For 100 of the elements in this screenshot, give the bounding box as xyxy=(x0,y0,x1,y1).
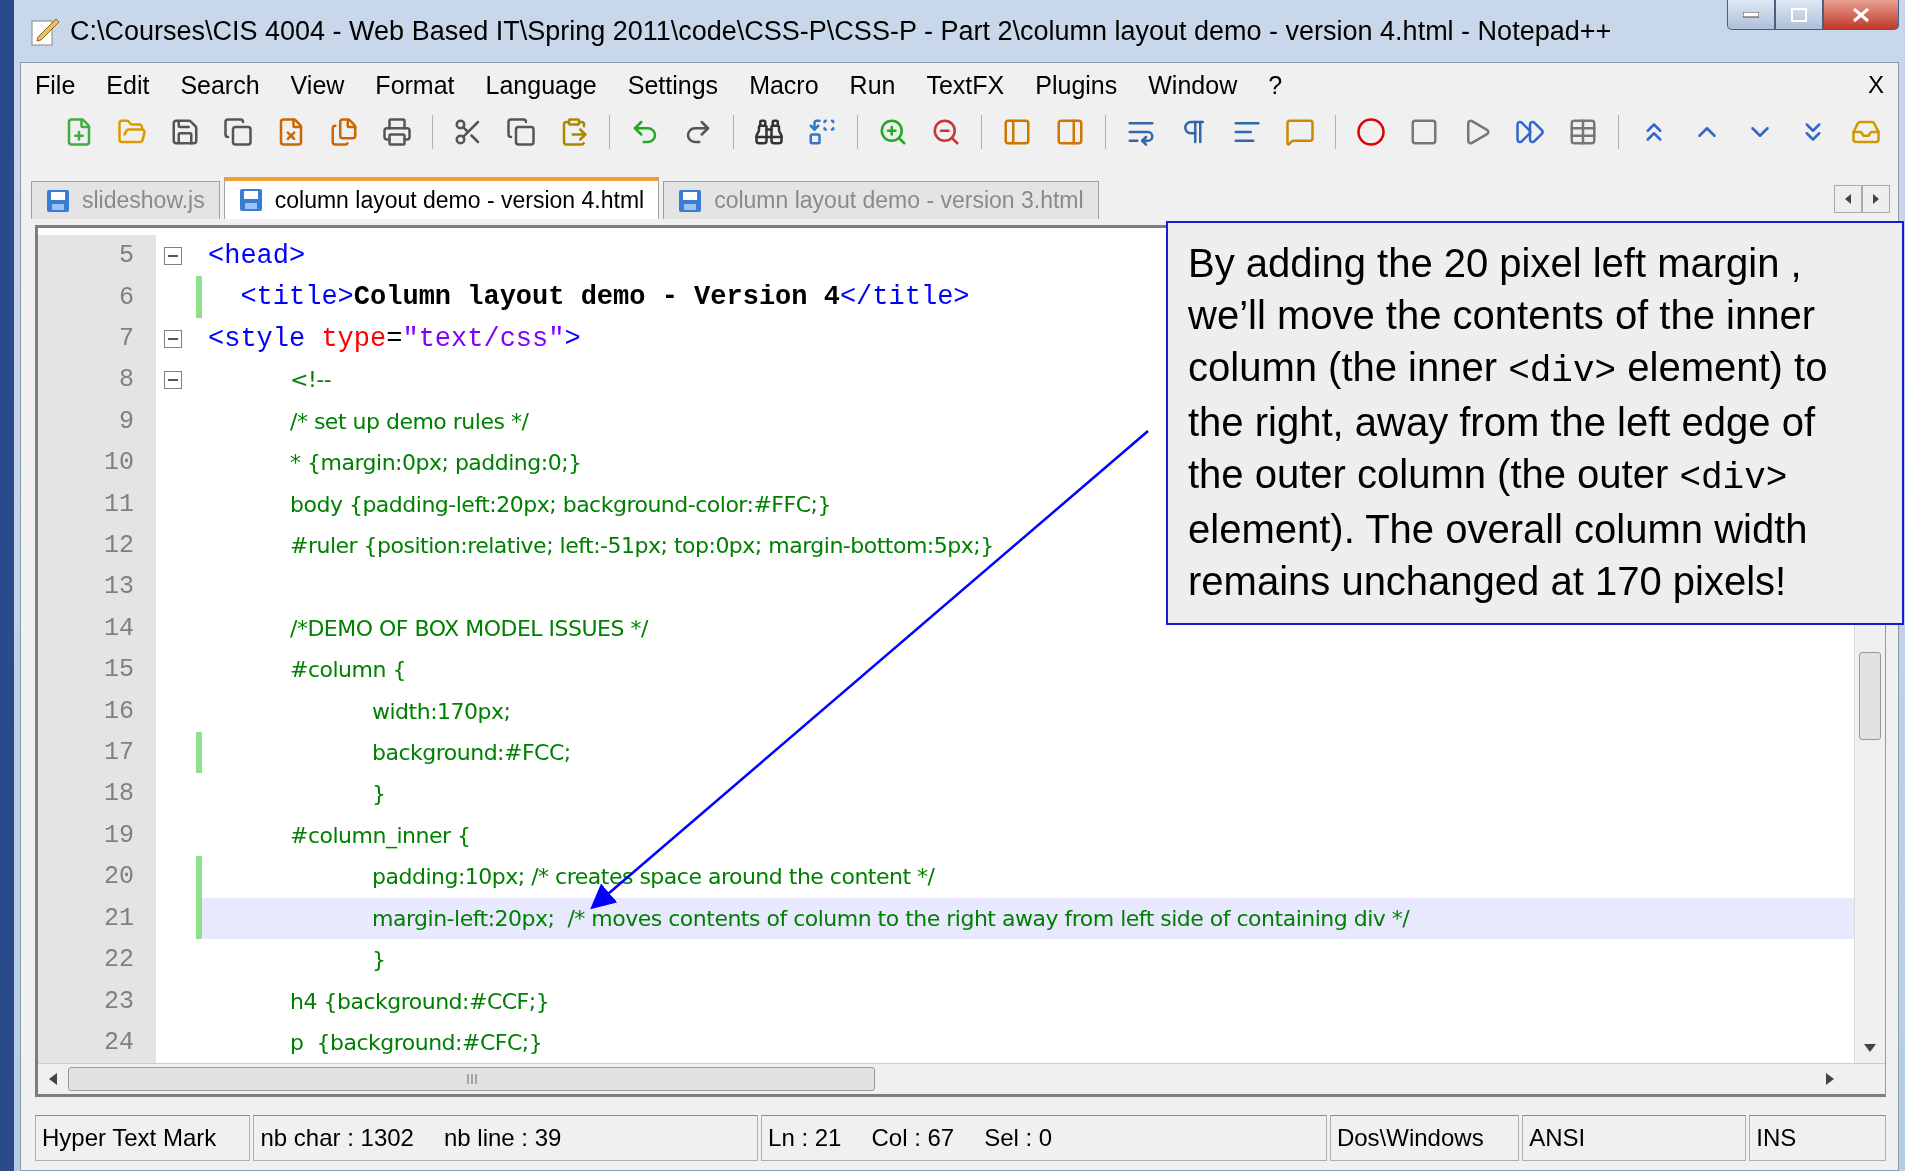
code-text: <!-- xyxy=(289,367,332,393)
code-text: background:#FCC; xyxy=(371,740,571,766)
scroll-left-button[interactable] xyxy=(1834,185,1862,213)
code-text: /*DEMO OF BOX MODEL ISSUES */ xyxy=(289,615,648,641)
minimize-button[interactable] xyxy=(1727,0,1775,30)
status-text: Hyper Text Mark xyxy=(42,1124,217,1152)
left-arrow-icon xyxy=(1844,194,1852,204)
menu-item[interactable]: Search xyxy=(180,70,275,100)
status-text: nb line : 39 xyxy=(443,1124,562,1152)
menu-item[interactable]: ? xyxy=(1268,70,1298,100)
scroll-left-icon[interactable] xyxy=(48,1072,58,1086)
status-text: INS xyxy=(1756,1124,1797,1152)
menu-item[interactable]: Format xyxy=(375,70,470,100)
code-text: #column { xyxy=(289,657,406,683)
line-number: 24 xyxy=(38,1021,156,1063)
code-text: "text/css" xyxy=(402,323,565,354)
status-text: Dos\Windows xyxy=(1336,1124,1484,1152)
line-number: 23 xyxy=(38,980,156,1022)
record-icon xyxy=(1356,117,1386,147)
zoom-out-icon xyxy=(931,117,961,147)
stop-icon xyxy=(1409,117,1439,147)
line-number: 6 xyxy=(38,276,156,318)
line-number: 16 xyxy=(38,690,156,732)
line-number: 17 xyxy=(38,731,156,774)
close-icon xyxy=(1852,6,1870,23)
code-text: <head> xyxy=(208,240,306,271)
code-text: h4 {background:#CCF;} xyxy=(289,988,550,1014)
status-text: ANSI xyxy=(1529,1124,1586,1152)
line-number: 19 xyxy=(38,814,156,857)
line-number: 9 xyxy=(38,400,156,443)
floppy-icon xyxy=(238,188,263,212)
scroll-right-icon[interactable] xyxy=(1825,1072,1835,1086)
line-number: 15 xyxy=(38,649,156,691)
scroll-down-icon[interactable] xyxy=(1863,1043,1877,1053)
line-number: 21 xyxy=(38,897,156,939)
code-text: margin-left:20px; /* moves contents of column to the right away from left side of containing div */ xyxy=(371,905,1410,931)
code-text: #ruler {position:relative; left:-51px; top:0px; margin-bottom:5px;} xyxy=(289,533,994,559)
file-tab[interactable]: column layout demo - version 4.html xyxy=(223,177,660,219)
line-number: 10 xyxy=(38,442,156,484)
panel-icon xyxy=(1055,117,1085,147)
close-button[interactable] xyxy=(1823,0,1899,30)
menu-item[interactable]: TextFX xyxy=(926,70,1020,100)
status-text: Col : 67 xyxy=(871,1124,955,1152)
right-arrow-icon xyxy=(1872,194,1880,204)
maximize-button[interactable] xyxy=(1775,0,1823,30)
window-title: C:\Courses\CIS 4004 - Web Based IT\Spring 2011\code\CSS-P\CSS-P - Part 2\column layout demo - version 4.html - Notepad++ xyxy=(70,15,1612,47)
code-text: </title> xyxy=(839,282,970,313)
line-number: 8 xyxy=(38,359,156,401)
line-number: 11 xyxy=(38,483,156,525)
save-icon xyxy=(170,117,200,147)
status-text: nb char : 1302 xyxy=(260,1124,414,1152)
line-number: 5 xyxy=(38,235,156,277)
code-text: > xyxy=(564,323,581,354)
fold-toggle[interactable] xyxy=(164,329,182,348)
zoom-in-icon xyxy=(878,117,908,147)
code-text: width:170px; xyxy=(371,698,511,724)
line-number: 13 xyxy=(38,566,156,608)
status-text: Sel : 0 xyxy=(984,1124,1053,1152)
menu-item[interactable]: View xyxy=(290,70,360,100)
code-text: Column layout demo - Version 4 xyxy=(353,282,840,313)
line-number: 14 xyxy=(38,607,156,650)
line-number: 7 xyxy=(38,317,156,360)
code-text: = xyxy=(386,323,403,354)
find-icon xyxy=(754,117,784,147)
status-text: Ln : 21 xyxy=(768,1124,842,1152)
close-document-button[interactable]: X xyxy=(1868,71,1884,99)
code-text: <title> xyxy=(239,282,354,313)
menu-item[interactable]: Edit xyxy=(106,70,165,100)
menu-item[interactable]: Macro xyxy=(749,70,834,100)
code-text: /* set up demo rules */ xyxy=(289,408,529,434)
code-text: p {background:#CFC;} xyxy=(289,1029,543,1055)
maximize-icon xyxy=(1791,7,1807,22)
print-icon xyxy=(382,117,412,147)
menu-item[interactable]: File xyxy=(35,70,91,100)
code-text: } xyxy=(371,781,386,807)
code-text: #column_inner { xyxy=(289,822,471,848)
menu-item[interactable]: Run xyxy=(849,70,911,100)
comment-icon xyxy=(1285,117,1315,147)
code-text: <style xyxy=(208,323,307,354)
menu-item[interactable]: Window xyxy=(1148,70,1253,100)
line-number: 22 xyxy=(38,938,156,981)
table-icon xyxy=(1568,117,1598,147)
floppy-icon xyxy=(46,188,70,213)
fold-toggle[interactable] xyxy=(164,246,182,265)
scrollbar-thumb[interactable] xyxy=(1859,652,1881,740)
scroll-right-button[interactable] xyxy=(1862,185,1890,213)
code-text: type xyxy=(321,323,387,354)
code-text: } xyxy=(371,947,386,973)
menu-item[interactable]: Settings xyxy=(627,70,734,100)
line-number: 18 xyxy=(38,773,156,815)
line-number: 12 xyxy=(38,524,156,567)
line-number: 20 xyxy=(38,856,156,898)
floppy-icon xyxy=(678,188,703,213)
menu-item[interactable]: Plugins xyxy=(1035,70,1133,100)
fold-toggle[interactable] xyxy=(164,370,182,389)
panel-icon xyxy=(1002,117,1032,147)
copy-icon xyxy=(506,117,536,147)
menu-item[interactable]: Language xyxy=(485,70,612,100)
save-all-icon xyxy=(223,117,253,147)
scrollbar-thumb[interactable] xyxy=(68,1067,875,1091)
